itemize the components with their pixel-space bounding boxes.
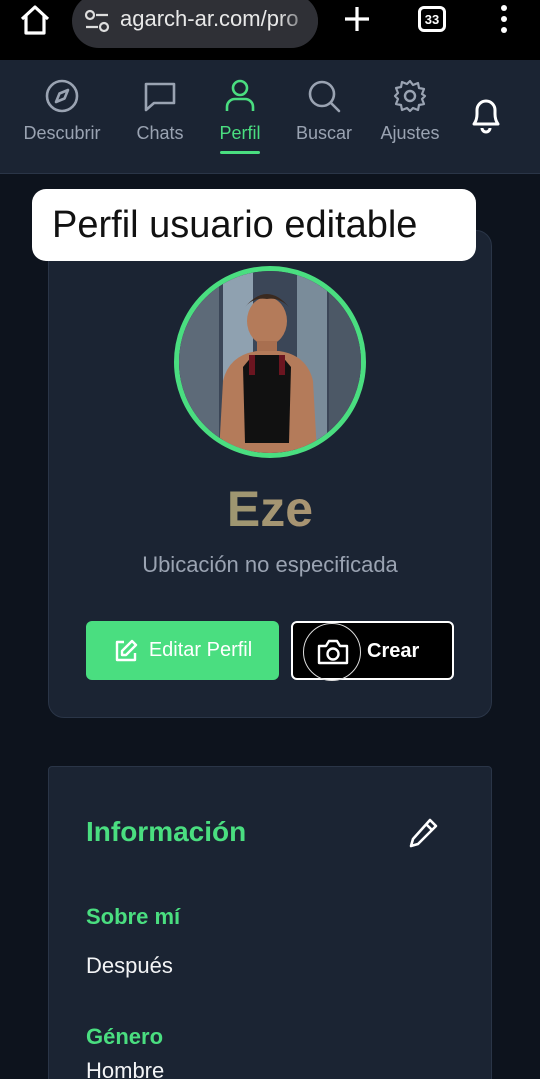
create-button[interactable]: Crear <box>291 621 454 681</box>
profile-name: Eze <box>0 480 540 538</box>
browser-toolbar: agarch-ar.com/pro 33 <box>0 0 540 60</box>
profile-location: Ubicación no especificada <box>142 552 398 577</box>
url-text[interactable]: agarch-ar.com/pro <box>120 6 299 32</box>
avatar[interactable] <box>174 266 366 458</box>
plus-icon[interactable] <box>342 4 372 34</box>
active-tab-indicator <box>220 151 260 154</box>
chat-bubble-icon <box>144 82 176 112</box>
gender-label: Género <box>86 1024 164 1049</box>
avatar-photo <box>179 271 361 453</box>
about-value: Después <box>86 953 173 978</box>
about-label: Sobre mí <box>86 904 181 929</box>
gear-icon <box>393 79 427 113</box>
nav-item-ajustes[interactable]: Ajustes <box>370 78 450 158</box>
tab-count-button[interactable]: 33 <box>418 6 446 32</box>
nav-item-descubrir[interactable]: Descubrir <box>14 78 110 158</box>
gender-value: Hombre <box>86 1058 165 1079</box>
nav-label: Descubrir <box>23 123 101 143</box>
info-title: Información <box>86 816 247 847</box>
app-navbar: Descubrir Chats Perfil Buscar Ajustes <box>0 60 540 174</box>
more-vertical-icon[interactable] <box>496 4 512 34</box>
compass-icon <box>45 79 79 113</box>
camera-icon <box>317 639 349 665</box>
home-icon[interactable] <box>18 3 52 37</box>
annotation-label: Perfil usuario editable <box>32 189 476 261</box>
edit-profile-label: Editar Perfil <box>148 639 253 661</box>
url-fade <box>278 0 318 48</box>
bell-icon[interactable] <box>466 94 506 136</box>
nav-item-perfil[interactable]: Perfil <box>192 78 288 158</box>
tab-count: 33 <box>424 11 440 27</box>
nav-label: Chats <box>136 123 184 143</box>
nav-label: Buscar <box>295 123 353 143</box>
edit-profile-button[interactable]: Editar Perfil <box>86 621 279 680</box>
site-settings-icon[interactable] <box>84 8 110 34</box>
nav-label: Perfil <box>219 123 261 143</box>
user-icon <box>225 79 255 111</box>
edit-icon <box>115 639 138 661</box>
nav-item-buscar[interactable]: Buscar <box>276 78 372 158</box>
pencil-icon[interactable] <box>408 816 440 850</box>
nav-label: Ajustes <box>380 123 440 143</box>
create-label: Crear <box>367 640 420 662</box>
address-bar[interactable]: agarch-ar.com/pro <box>72 0 318 48</box>
search-icon <box>308 80 341 113</box>
